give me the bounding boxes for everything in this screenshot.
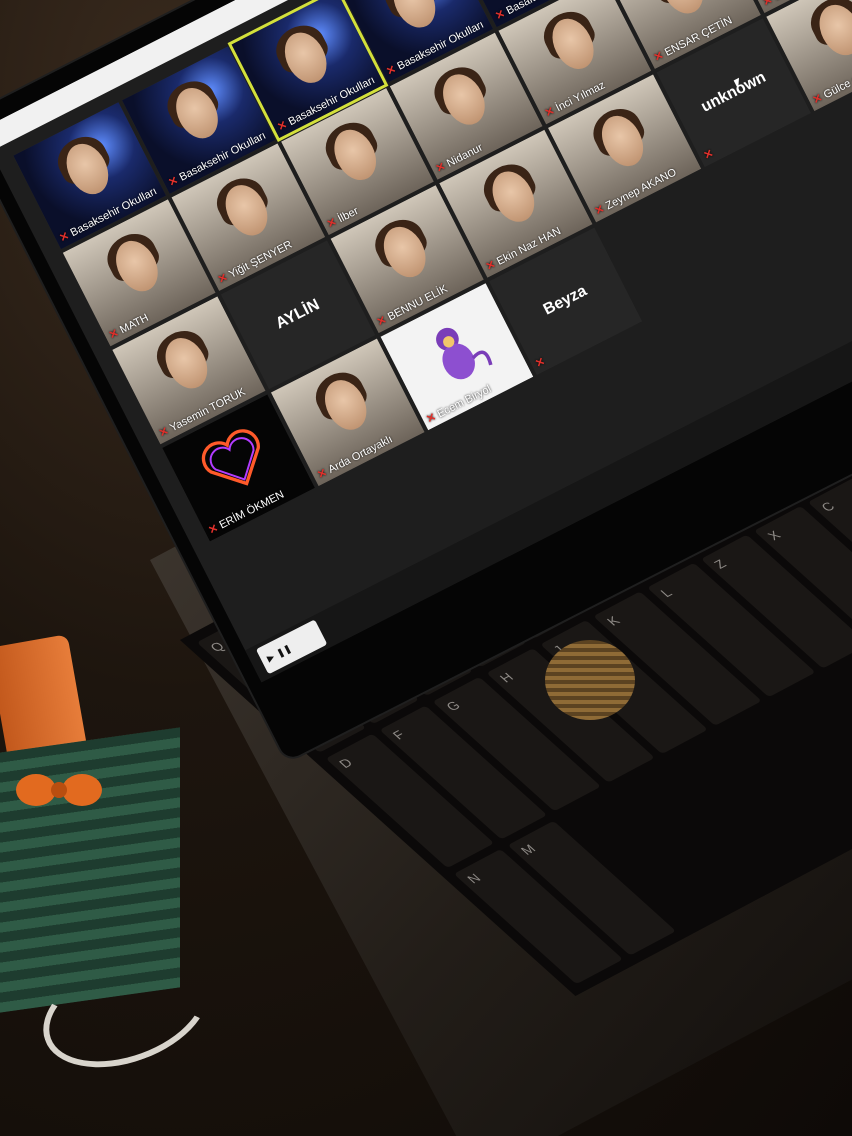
coin-stack [545, 640, 635, 720]
pause-icon[interactable]: ❚❚ [275, 642, 293, 659]
bow-decoration [16, 774, 102, 806]
play-icon[interactable]: ▶ [265, 651, 276, 664]
photo-scene: QWERTYUIOPASDFGHJKLZXCVBNM ✕Basaksehir O… [0, 0, 852, 1136]
